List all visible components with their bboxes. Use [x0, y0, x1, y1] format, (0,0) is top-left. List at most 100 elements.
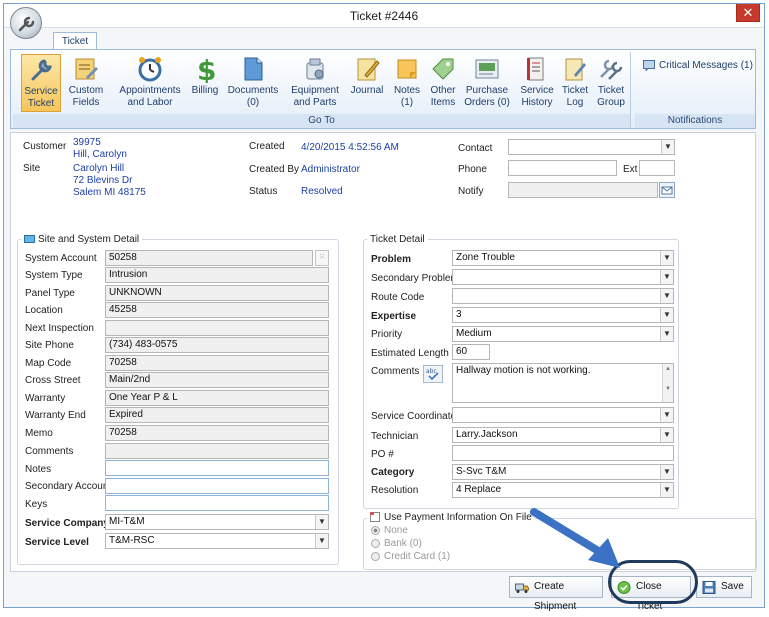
ticket-comments-textarea[interactable]: Hallway motion is not working. ▲ ▼ — [452, 363, 674, 403]
account-lookup-icon[interactable]: ⁙ — [315, 250, 329, 266]
estimated-length-input[interactable]: 60 — [452, 344, 490, 360]
spell-check-button[interactable]: abc — [423, 365, 443, 383]
appointments-labor-button[interactable]: Appointments and Labor — [117, 54, 183, 112]
secondary-problem-select[interactable]: ▼ — [452, 269, 674, 285]
message-icon — [643, 60, 655, 71]
ribbon-group-notifications: Critical Messages (1) Notifications — [635, 52, 755, 128]
keys-field[interactable] — [105, 495, 329, 511]
phone-input[interactable] — [508, 160, 617, 176]
ribbon-goto-caption: Go To — [13, 114, 630, 128]
customer-number-link[interactable]: 39975 — [73, 137, 101, 148]
spell-check-icon: abc — [426, 368, 439, 381]
floppy-disk-icon — [702, 581, 716, 594]
payment-option-credit-card-label: Credit Card (1) — [384, 551, 451, 562]
created-value: 4/20/2015 4:52:56 AM — [301, 142, 399, 153]
service-level-label: Service Level — [25, 537, 89, 548]
contact-select[interactable]: ▼ — [508, 139, 675, 155]
technician-select[interactable]: Larry.Jackson ▼ — [452, 427, 674, 443]
notes-label-2: (1) — [400, 97, 414, 108]
ticket-group-label-1: Ticket — [597, 85, 625, 96]
payment-title: Use Payment Information On File — [367, 512, 535, 523]
created-by-value: Administrator — [301, 164, 360, 175]
equipment-label-1: Equipment — [291, 85, 339, 96]
secondary-account-field[interactable] — [105, 478, 329, 494]
site-field-label: Warranty — [25, 393, 66, 404]
cross-street-field[interactable]: Main/2nd — [105, 372, 329, 388]
notes-button[interactable]: Notes (1) — [391, 54, 423, 112]
documents-button[interactable]: Documents (0) — [227, 54, 279, 112]
create-shipment-button[interactable]: Create Shipment — [509, 576, 603, 612]
journal-label: Journal — [350, 85, 384, 96]
site-address-line1: 72 Blevins Dr — [73, 175, 133, 186]
ticket-log-button[interactable]: Ticket Log — [559, 54, 591, 112]
comments-label: Comments — [371, 366, 420, 377]
route-code-select[interactable]: ▼ — [452, 288, 674, 304]
site-field-label: Cross Street — [25, 375, 81, 386]
map-code-field[interactable]: 70258 — [105, 355, 329, 371]
panel-type-field[interactable]: UNKNOWN — [105, 285, 329, 301]
site-field-label: Next Inspection — [25, 323, 94, 334]
system-account-field[interactable]: 50258 — [105, 250, 313, 266]
service-company-label: Service Company — [25, 518, 109, 529]
checkbox-icon[interactable] — [370, 512, 381, 523]
comments-field[interactable] — [105, 443, 329, 459]
service-history-label-1: Service — [520, 85, 554, 96]
notes-field[interactable] — [105, 460, 329, 476]
site-name-link[interactable]: Carolyn Hill — [73, 163, 124, 174]
system-type-field[interactable]: Intrusion — [105, 267, 329, 283]
category-value: S-Svc T&M — [456, 466, 507, 477]
chevron-down-icon: ▼ — [660, 408, 673, 422]
payment-option-none[interactable]: None — [371, 525, 408, 536]
close-window-button[interactable]: ✕ — [736, 4, 760, 22]
service-coordinator-select[interactable]: ▼ — [452, 407, 674, 423]
category-select[interactable]: S-Svc T&M ▼ — [452, 464, 674, 480]
notify-email-button[interactable] — [659, 182, 675, 198]
chevron-down-icon: ▼ — [660, 270, 673, 284]
chevron-down-icon: ▼ — [660, 483, 673, 497]
billing-button[interactable]: $ Billing — [187, 54, 223, 112]
site-phone-field[interactable]: (734) 483-0575 — [105, 337, 329, 353]
priority-select[interactable]: Medium ▼ — [452, 326, 674, 342]
window-title: Ticket #2446 — [349, 9, 419, 23]
warranty-field[interactable]: One Year P & L — [105, 390, 329, 406]
notify-input[interactable] — [508, 182, 658, 198]
notes-label-1: Notes — [393, 85, 421, 96]
custom-fields-button[interactable]: Custom Fields — [65, 54, 107, 112]
po-input[interactable] — [452, 445, 674, 461]
other-items-button[interactable]: Other Items — [427, 54, 459, 112]
site-field-label: Notes — [25, 464, 52, 475]
payment-option-credit-card[interactable]: Credit Card (1) — [371, 551, 450, 562]
service-ticket-button[interactable]: Service Ticket — [21, 54, 61, 112]
payment-option-bank[interactable]: Bank (0) — [371, 538, 422, 549]
location-field[interactable]: 45258 — [105, 302, 329, 318]
other-items-label-1: Other — [430, 85, 456, 96]
ext-input[interactable] — [639, 160, 675, 176]
critical-messages-label: Critical Messages (1) — [659, 60, 753, 72]
envelope-icon — [661, 186, 673, 195]
memo-field[interactable]: 70258 — [105, 425, 329, 441]
expertise-select[interactable]: 3 ▼ — [452, 307, 674, 323]
site-field-label: Keys — [25, 499, 48, 510]
contact-label: Contact — [458, 143, 493, 154]
comments-scrollbar[interactable]: ▲ ▼ — [662, 364, 673, 402]
journal-button[interactable]: Journal — [347, 54, 387, 112]
ticket-group-button[interactable]: Ticket Group — [593, 54, 629, 112]
service-company-select[interactable]: MI-T&M ▼ — [105, 514, 329, 530]
service-history-button[interactable]: Service History — [517, 54, 557, 112]
save-button[interactable]: Save — [696, 576, 752, 598]
warranty-end-field[interactable]: Expired — [105, 407, 329, 423]
equipment-parts-button[interactable]: Equipment and Parts — [289, 54, 341, 112]
tab-ticket[interactable]: Ticket — [53, 32, 97, 50]
problem-select[interactable]: Zone Trouble ▼ — [452, 250, 674, 266]
site-field-label: Comments — [25, 446, 74, 457]
next-inspection-field[interactable] — [105, 320, 329, 336]
appointments-label-1: Appointments — [119, 85, 181, 96]
resolution-select[interactable]: 4 Replace ▼ — [452, 482, 674, 498]
site-field-label: Site Phone — [25, 340, 74, 351]
site-address-line2: Salem MI 48175 — [73, 187, 146, 198]
service-level-select[interactable]: T&M-RSC ▼ — [105, 533, 329, 549]
purchase-orders-button[interactable]: Purchase Orders (0) — [463, 54, 511, 112]
customer-name-link[interactable]: Hill, Carolyn — [73, 149, 127, 160]
critical-messages-button[interactable]: Critical Messages (1) — [643, 60, 753, 71]
chevron-down-icon: ▼ — [660, 308, 673, 322]
